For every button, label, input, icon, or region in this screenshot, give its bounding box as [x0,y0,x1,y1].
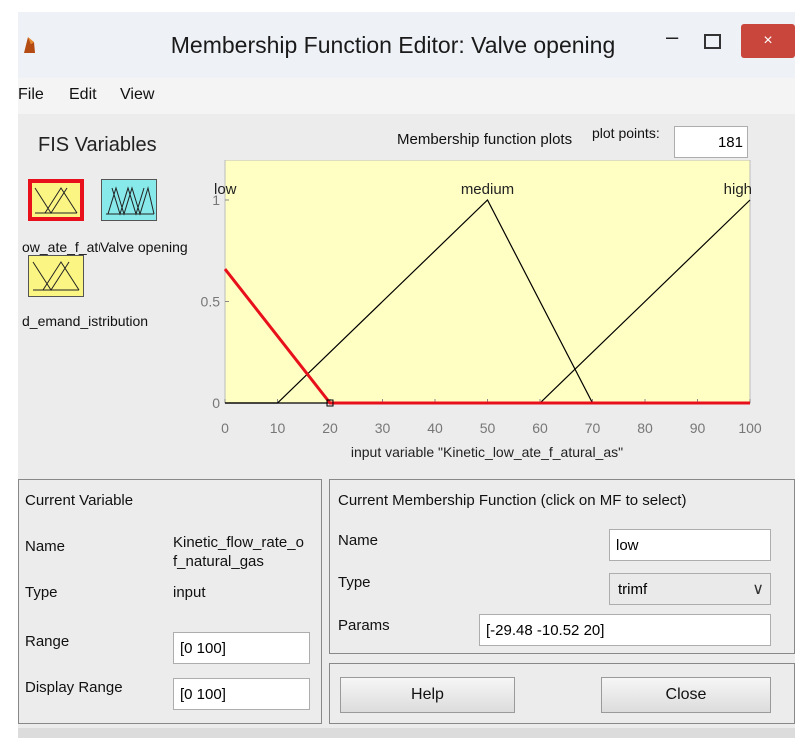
output-mf-icon [106,186,155,216]
mf-type-label: Type [338,574,371,591]
menu-bar: File Edit View [18,78,795,114]
menu-edit[interactable]: Edit [69,86,97,104]
input-mf-icon [32,261,80,291]
fis-variable-input-2[interactable] [28,255,84,297]
title-bar: Membership Function Editor: Valve openin… [18,12,795,78]
maximize-button[interactable] [704,34,721,49]
x-tick-label: 50 [480,420,496,436]
variable-name-value: Kinetic_flow_rate_o f_natural_gas [173,534,304,570]
variable-type-value: input [173,584,206,601]
fis-variables-label: FIS Variables [38,134,157,156]
menu-view[interactable]: View [120,86,154,104]
close-window-button[interactable]: × [741,24,795,58]
name-label: Name [25,538,66,555]
mf-type-value: trimf [618,581,648,598]
x-tick-label: 20 [322,420,338,436]
params-input[interactable] [479,614,771,646]
minimize-button[interactable]: – [666,24,678,50]
input-mf-icon [34,187,78,214]
display-range-input[interactable] [173,678,310,710]
x-tick-label: 60 [532,420,548,436]
help-button[interactable]: Help [340,677,515,713]
current-variable-title: Current Variable [25,492,134,509]
fis-variable-input-1-label: ow_ate_f_atural_as [22,239,100,255]
mf-label-medium[interactable]: medium [461,181,514,198]
current-variable-panel: Current Variable Name Kinetic_flow_rate_… [18,479,322,724]
window-title: Membership Function Editor: Valve openin… [170,32,616,58]
current-mf-panel: Current Membership Function (click on MF… [329,479,795,654]
mf-plot[interactable]: 0 10 20 30 40 50 60 70 80 90 100 00.51 low medium hi… [198,160,788,465]
mf-plots-label: Membership function plots [397,131,573,148]
plot-points-label: plot points: [592,125,660,141]
chevron-down-icon: ∨ [752,581,764,598]
x-tick-label: 40 [427,420,443,436]
x-tick-label: 0 [221,420,229,436]
x-tick-label: 90 [690,420,706,436]
mf-type-select[interactable]: trimf ∨ [609,573,771,605]
x-axis-label: input variable "Kinetic_low_ate_f_atural… [351,444,623,460]
y-tick-label: 0 [212,395,220,411]
button-panel: Help Close [329,663,795,724]
range-label: Range [25,633,70,650]
mf-editor-window: Membership Function Editor: Valve openin… [18,12,795,738]
status-strip [18,728,795,738]
matlab-logo-icon [24,37,35,53]
fis-variable-output[interactable] [101,179,157,221]
x-tick-label: 70 [585,420,601,436]
plot-points-input[interactable] [674,126,748,158]
mf-label-high[interactable]: high [724,181,752,198]
type-label: Type [25,584,58,601]
display-range-label: Display Range [25,679,123,696]
range-input[interactable] [173,632,310,664]
x-tick-label: 30 [375,420,391,436]
params-label: Params [338,617,390,634]
fis-variable-input-1[interactable] [28,179,84,221]
mf-name-label: Name [338,532,379,549]
menu-file[interactable]: File [18,86,44,104]
fis-variable-output-label: Valve opening [100,239,188,255]
mf-label-low[interactable]: low [214,181,237,198]
x-tick-label: 80 [637,420,653,436]
close-button[interactable]: Close [601,677,771,713]
current-mf-title: Current Membership Function (click on MF… [338,492,687,509]
mf-name-input[interactable] [609,529,771,561]
y-tick-label: 0.5 [201,294,221,310]
fis-variable-input-2-label: d_emand_istribution [22,313,149,329]
x-tick-label: 100 [738,420,762,436]
x-tick-label: 10 [270,420,286,436]
